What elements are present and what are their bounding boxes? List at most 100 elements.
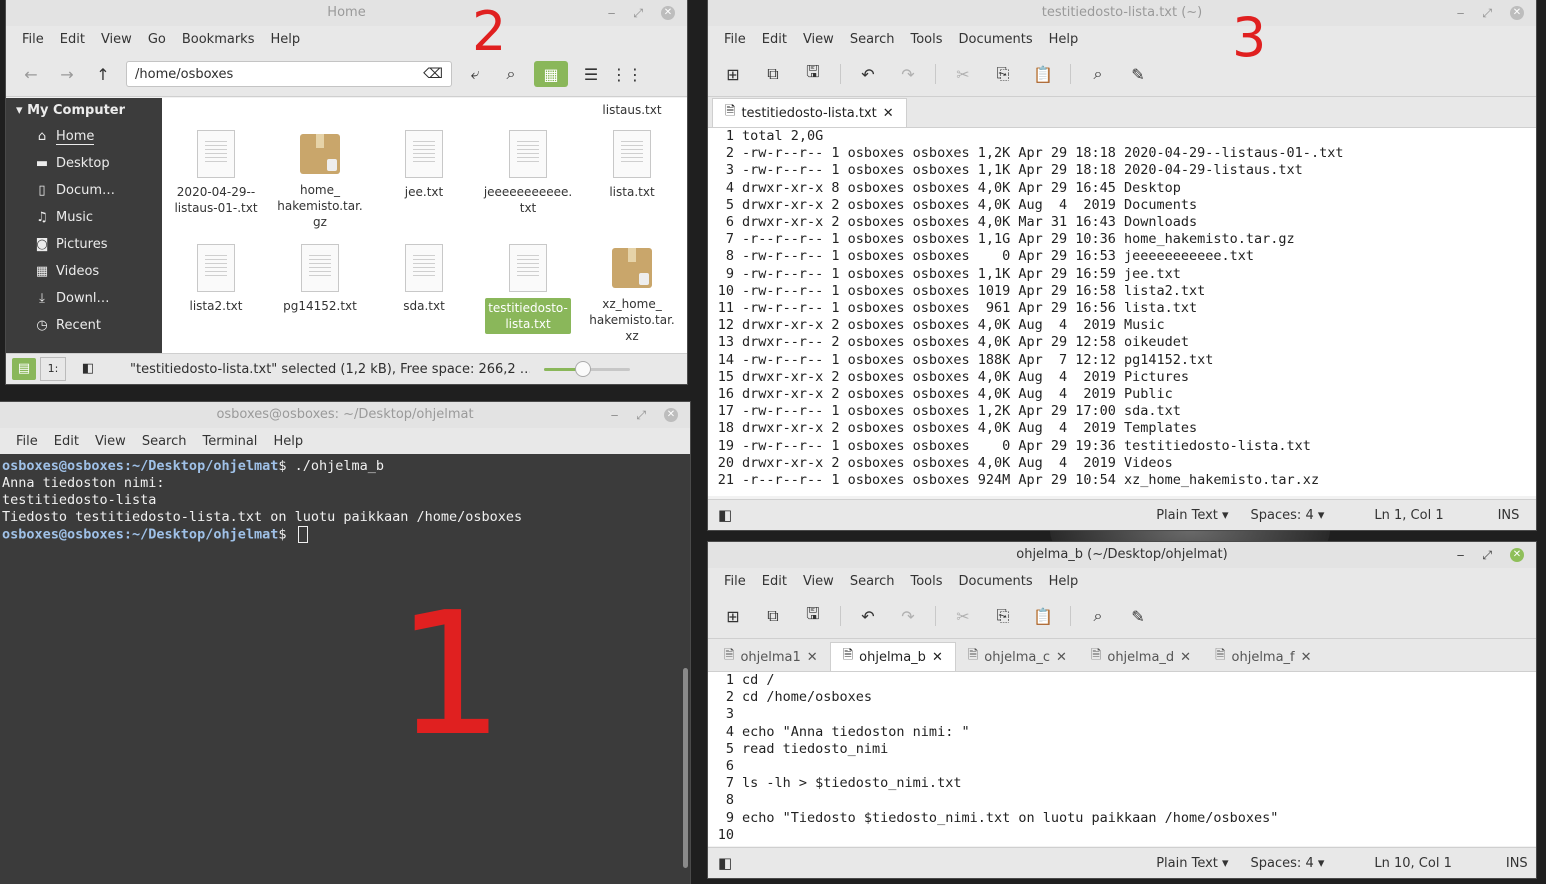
path-input[interactable]: /home/osboxes bbox=[135, 67, 423, 82]
sidebar-toggle-icon[interactable]: ◧ bbox=[76, 358, 100, 380]
close-tab-icon[interactable]: ✕ bbox=[1301, 650, 1312, 665]
close-button[interactable]: ✕ bbox=[661, 6, 675, 20]
file-item[interactable]: jee.txt bbox=[374, 130, 474, 200]
sidebar-item-home[interactable]: ⌂ Home bbox=[6, 123, 162, 150]
maximize-button[interactable]: ⤢ bbox=[636, 409, 646, 421]
open-icon[interactable]: ⧉ bbox=[760, 61, 786, 87]
file-item[interactable]: pg14152.txt bbox=[270, 244, 370, 314]
compact-view-icon[interactable]: ⋮⋮ bbox=[611, 61, 643, 87]
file-item[interactable]: xz_home_ hakemisto.tar. xz bbox=[582, 244, 682, 344]
file-item[interactable]: jeeeeeeeeeee. txt bbox=[478, 130, 578, 216]
close-tab-icon[interactable]: ✕ bbox=[1056, 650, 1067, 665]
tab-ohjelma-c[interactable]: 🗎 ohjelma_c ✕ bbox=[956, 643, 1079, 671]
terminal-scrollbar[interactable] bbox=[683, 668, 688, 868]
close-tab-icon[interactable]: ✕ bbox=[932, 650, 943, 665]
toggle-location-icon[interactable]: ⤶ bbox=[462, 61, 488, 87]
menu-search[interactable]: Search bbox=[842, 32, 903, 47]
clear-path-icon[interactable]: ⌫ bbox=[423, 66, 443, 82]
sidebar-item-downl[interactable]: ⤓ Downl… bbox=[6, 285, 162, 312]
menu-file[interactable]: File bbox=[716, 574, 754, 589]
close-button[interactable]: ✕ bbox=[1510, 548, 1524, 562]
side-panel-toggle-icon[interactable]: ◧ bbox=[718, 506, 732, 524]
menu-go[interactable]: Go bbox=[140, 32, 174, 47]
menu-tools[interactable]: Tools bbox=[902, 32, 950, 47]
language-selector[interactable]: Plain Text ▾ bbox=[1156, 508, 1228, 523]
redo-icon[interactable]: ↷ bbox=[895, 61, 921, 87]
tab-ohjelma-f[interactable]: 🗎 ohjelma_f ✕ bbox=[1203, 643, 1323, 671]
paste-icon[interactable]: 📋 bbox=[1030, 603, 1056, 629]
menu-documents[interactable]: Documents bbox=[951, 32, 1041, 47]
tab-ohjelma-d[interactable]: 🗎 ohjelma_d ✕ bbox=[1079, 643, 1203, 671]
menu-file[interactable]: File bbox=[14, 32, 52, 47]
file-item[interactable]: home_ hakemisto.tar. gz bbox=[270, 130, 370, 230]
file-item[interactable]: testitiedosto- lista.txt bbox=[478, 244, 578, 334]
replace-icon[interactable]: ✎ bbox=[1125, 61, 1151, 87]
search-icon[interactable]: ⌕ bbox=[498, 61, 524, 87]
terminal-output[interactable]: osboxes@osboxes:~/Desktop/ohjelmat$ ./oh… bbox=[0, 456, 690, 884]
sidebar-item-music[interactable]: ♫ Music bbox=[6, 204, 162, 231]
indent-selector[interactable]: Spaces: 4 ▾ bbox=[1251, 856, 1325, 871]
close-button[interactable]: ✕ bbox=[664, 408, 678, 422]
menu-edit[interactable]: Edit bbox=[754, 574, 795, 589]
sidebar-item-videos[interactable]: ▦ Videos bbox=[6, 258, 162, 285]
copy-icon[interactable]: ⎘ bbox=[990, 603, 1016, 629]
menu-view[interactable]: View bbox=[795, 574, 842, 589]
menu-file[interactable]: File bbox=[8, 434, 46, 449]
maximize-button[interactable]: ⤢ bbox=[633, 7, 643, 19]
list-view-icon[interactable]: ☰ bbox=[578, 61, 604, 87]
cut-icon[interactable]: ✂ bbox=[950, 603, 976, 629]
file-partial[interactable]: listaus.txt bbox=[582, 102, 682, 118]
close-tab-icon[interactable]: ✕ bbox=[807, 650, 818, 665]
icon-view-button[interactable]: ▦ bbox=[534, 61, 568, 87]
file-item[interactable]: sda.txt bbox=[374, 244, 474, 314]
menu-file[interactable]: File bbox=[716, 32, 754, 47]
cut-icon[interactable]: ✂ bbox=[950, 61, 976, 87]
close-tab-icon[interactable]: ✕ bbox=[883, 106, 894, 121]
file-item[interactable]: lista2.txt bbox=[166, 244, 266, 314]
menu-search[interactable]: Search bbox=[842, 574, 903, 589]
new-document-icon[interactable]: ⊞ bbox=[720, 603, 746, 629]
menu-bookmarks[interactable]: Bookmarks bbox=[174, 32, 263, 47]
zoom-slider-handle[interactable] bbox=[574, 361, 591, 377]
menu-help[interactable]: Help bbox=[265, 434, 311, 449]
side-panel-toggle-icon[interactable]: ◧ bbox=[718, 854, 732, 872]
maximize-button[interactable]: ⤢ bbox=[1482, 549, 1492, 561]
menu-help[interactable]: Help bbox=[262, 32, 308, 47]
redo-icon[interactable]: ↷ bbox=[895, 603, 921, 629]
back-arrow-icon[interactable]: ← bbox=[18, 61, 44, 87]
menu-edit[interactable]: Edit bbox=[52, 32, 93, 47]
maximize-button[interactable]: ⤢ bbox=[1482, 7, 1492, 19]
tab-ohjelma1[interactable]: 🗎 ohjelma1 ✕ bbox=[712, 643, 830, 671]
undo-icon[interactable]: ↶ bbox=[855, 61, 881, 87]
zoom-slider[interactable] bbox=[544, 361, 630, 377]
menu-help[interactable]: Help bbox=[1041, 574, 1087, 589]
menu-documents[interactable]: Documents bbox=[951, 574, 1041, 589]
menu-search[interactable]: Search bbox=[134, 434, 195, 449]
sidebar-item-desktop[interactable]: ▬ Desktop bbox=[6, 150, 162, 177]
save-icon[interactable]: 🖫 bbox=[800, 603, 826, 629]
places-toggle-icon[interactable]: ▤ bbox=[12, 358, 36, 380]
editor-bottom-text[interactable]: 1 cd / 2 cd /home/osboxes 3 4 echo "Anna tiedo… bbox=[708, 672, 1536, 846]
find-icon[interactable]: ⌕ bbox=[1085, 61, 1111, 87]
editor-top-text[interactable]: 1 total 2,0G 2 -rw-r--r-- 1 osboxes osboxes… bbox=[708, 128, 1536, 496]
location-bar[interactable]: /home/osboxes ⌫ bbox=[126, 61, 452, 87]
minimize-button[interactable]: ‒ bbox=[1457, 549, 1465, 561]
up-arrow-icon[interactable]: ↑ bbox=[90, 61, 116, 87]
menu-terminal[interactable]: Terminal bbox=[194, 434, 265, 449]
save-icon[interactable]: 🖫 bbox=[800, 61, 826, 87]
menu-help[interactable]: Help bbox=[1041, 32, 1087, 47]
replace-icon[interactable]: ✎ bbox=[1125, 603, 1151, 629]
minimize-button[interactable]: ‒ bbox=[608, 7, 616, 19]
minimize-button[interactable]: ‒ bbox=[611, 409, 619, 421]
menu-tools[interactable]: Tools bbox=[902, 574, 950, 589]
indent-selector[interactable]: Spaces: 4 ▾ bbox=[1251, 508, 1325, 523]
menu-edit[interactable]: Edit bbox=[754, 32, 795, 47]
sidebar-item-docum[interactable]: ▯ Docum… bbox=[6, 177, 162, 204]
find-icon[interactable]: ⌕ bbox=[1085, 603, 1111, 629]
menu-view[interactable]: View bbox=[93, 32, 140, 47]
open-icon[interactable]: ⧉ bbox=[760, 603, 786, 629]
sidebar-item-pictures[interactable]: ◙ Pictures bbox=[6, 231, 162, 258]
tab-testitiedosto-lista[interactable]: 🗎 testitiedosto-lista.txt ✕ bbox=[712, 98, 907, 127]
menu-edit[interactable]: Edit bbox=[46, 434, 87, 449]
menu-view[interactable]: View bbox=[87, 434, 134, 449]
